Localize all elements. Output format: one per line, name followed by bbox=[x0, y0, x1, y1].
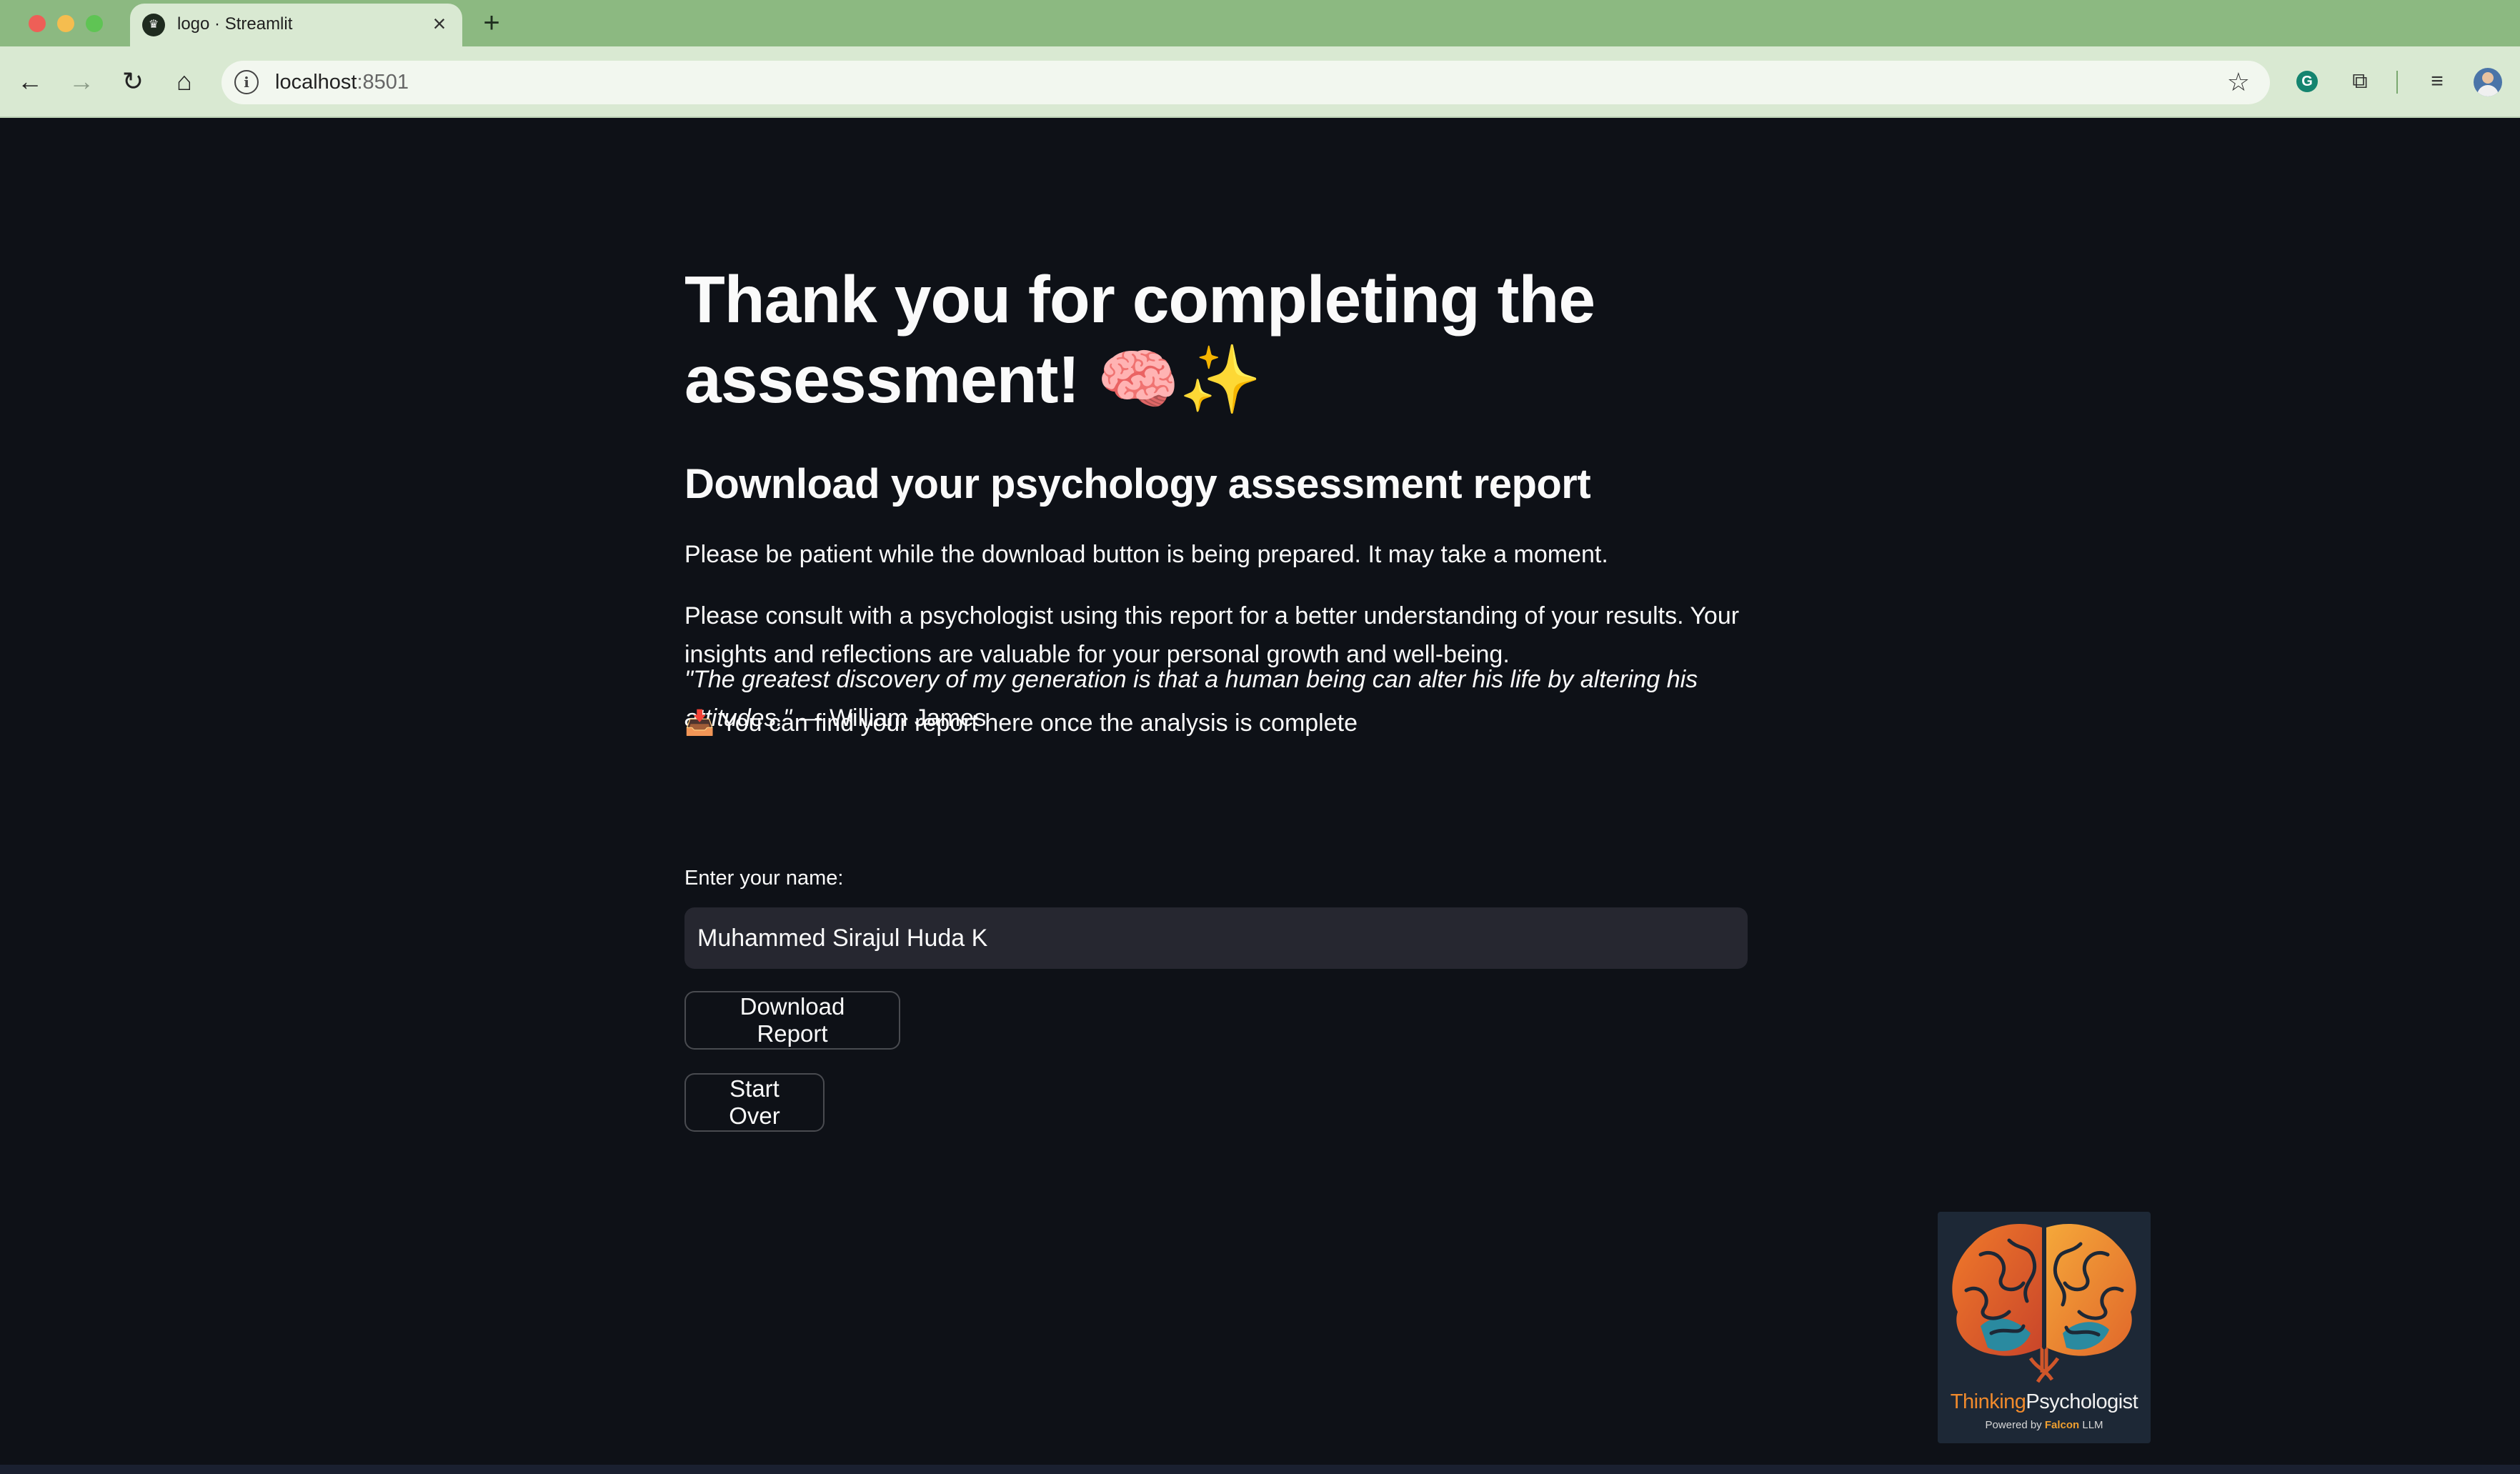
logo-brand-name: ThinkingPsychologist bbox=[1950, 1390, 2138, 1413]
close-window-button[interactable] bbox=[29, 15, 46, 32]
report-hint: 📥 You can find your report here once the… bbox=[684, 709, 1358, 737]
toolbar-divider bbox=[2396, 71, 2398, 94]
browser-toolbar: ← → ↻ ⌂ i localhost:8501 ☆ G ⧉ ≡ bbox=[0, 46, 2520, 118]
start-over-button[interactable]: Start Over bbox=[684, 1073, 825, 1132]
browser-tab-bar: ♛ logo · Streamlit × + bbox=[0, 0, 2520, 46]
bookmark-star-icon[interactable]: ☆ bbox=[2227, 68, 2250, 96]
new-tab-icon[interactable]: + bbox=[476, 7, 507, 39]
section-heading: Download your psychology assessment repo… bbox=[684, 461, 1591, 507]
bottom-edge bbox=[0, 1465, 2520, 1474]
page-title: Thank you for completing the assessment!… bbox=[684, 262, 1595, 417]
name-input[interactable] bbox=[684, 907, 1748, 969]
logo-powered-by: Powered by Falcon LLM bbox=[1985, 1419, 2103, 1431]
close-tab-icon[interactable]: × bbox=[427, 11, 452, 36]
name-field-label: Enter your name: bbox=[684, 867, 844, 890]
back-arrow-icon[interactable]: ← bbox=[13, 64, 47, 99]
extensions-puzzle-icon[interactable]: ⧉ bbox=[2345, 66, 2375, 96]
maximize-window-button[interactable] bbox=[86, 15, 103, 32]
reload-icon[interactable]: ↻ bbox=[116, 64, 150, 99]
home-icon[interactable]: ⌂ bbox=[167, 64, 201, 99]
thinking-psychologist-logo: ThinkingPsychologist Powered by Falcon L… bbox=[1938, 1212, 2151, 1443]
brain-logo-icon bbox=[1952, 1223, 2136, 1383]
forward-arrow-icon[interactable]: → bbox=[64, 64, 99, 99]
download-report-button[interactable]: Download Report bbox=[684, 991, 900, 1050]
media-queue-icon[interactable]: ≡ bbox=[2422, 66, 2452, 96]
address-bar[interactable]: i localhost:8501 ☆ bbox=[221, 61, 2270, 104]
streamlit-favicon-icon: ♛ bbox=[142, 14, 165, 36]
browser-tab[interactable]: ♛ logo · Streamlit × bbox=[130, 4, 462, 46]
url-text: localhost:8501 bbox=[275, 71, 409, 94]
site-info-icon[interactable]: i bbox=[234, 70, 259, 94]
minimize-window-button[interactable] bbox=[57, 15, 74, 32]
patience-text: Please be patient while the download but… bbox=[684, 541, 1608, 568]
grammarly-extension-icon[interactable]: G bbox=[2296, 71, 2318, 92]
tab-title: logo · Streamlit bbox=[177, 14, 293, 34]
profile-avatar[interactable] bbox=[2474, 68, 2502, 96]
